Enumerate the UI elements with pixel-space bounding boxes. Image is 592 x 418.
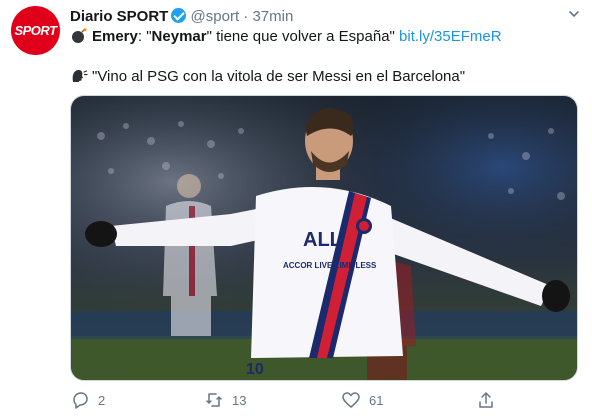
timestamp[interactable]: 37min bbox=[252, 8, 293, 25]
reply-count: 2 bbox=[98, 392, 106, 408]
tweet-header: Diario SPORT @sport · 37min bbox=[70, 8, 572, 28]
tweet-link[interactable]: bit.ly/35EFmeR bbox=[399, 28, 502, 45]
avatar-logo-text: SPORT bbox=[14, 23, 57, 38]
jersey-sponsor: ACCOR LIVE LIMITLESS bbox=[283, 261, 377, 270]
jersey-brand: ALL bbox=[303, 229, 342, 251]
photo-scene: ALL ACCOR LIVE LIMITLESS 10 bbox=[71, 96, 577, 380]
verified-badge-icon bbox=[171, 8, 187, 23]
bomb-icon bbox=[72, 28, 87, 43]
author-handle[interactable]: @sport bbox=[191, 8, 240, 25]
tweet-quote-text: "Vino al PSG con la vitola de ser Messi … bbox=[92, 68, 466, 85]
speaking-head-icon bbox=[72, 69, 88, 82]
tweet-photo[interactable]: ALL ACCOR LIVE LIMITLESS 10 bbox=[70, 95, 578, 381]
like-action[interactable]: 61 bbox=[341, 390, 383, 410]
avatar[interactable]: SPORT bbox=[11, 6, 60, 55]
share-action[interactable] bbox=[476, 390, 496, 410]
reply-icon[interactable] bbox=[70, 390, 90, 410]
shorts-number: 10 bbox=[246, 361, 264, 378]
separator-dot: · bbox=[243, 8, 249, 25]
tweet-text-line-2: "Vino al PSG con la vitola de ser Messi … bbox=[70, 68, 465, 85]
author-name[interactable]: Diario SPORT bbox=[70, 8, 168, 25]
share-icon[interactable] bbox=[476, 390, 496, 410]
chevron-down-icon[interactable] bbox=[568, 8, 580, 20]
tweet-text-line-1: Emery: "Neymar" tiene que volver a Españ… bbox=[70, 28, 502, 45]
retweet-action[interactable]: 13 bbox=[204, 390, 246, 410]
like-count: 61 bbox=[369, 392, 384, 408]
retweet-icon[interactable] bbox=[204, 390, 224, 410]
tweet-actions: 2 13 61 bbox=[70, 390, 578, 414]
like-icon[interactable] bbox=[341, 390, 361, 410]
tweet-bold-neymar: Neymar bbox=[151, 28, 207, 45]
tweet-text-quote-open: : " bbox=[137, 28, 152, 45]
tweet-bold-emery: Emery bbox=[92, 28, 138, 45]
reply-action[interactable]: 2 bbox=[70, 390, 105, 410]
tweet-text-quote-body: " tiene que volver a España" bbox=[206, 28, 395, 45]
retweet-count: 13 bbox=[232, 392, 247, 408]
